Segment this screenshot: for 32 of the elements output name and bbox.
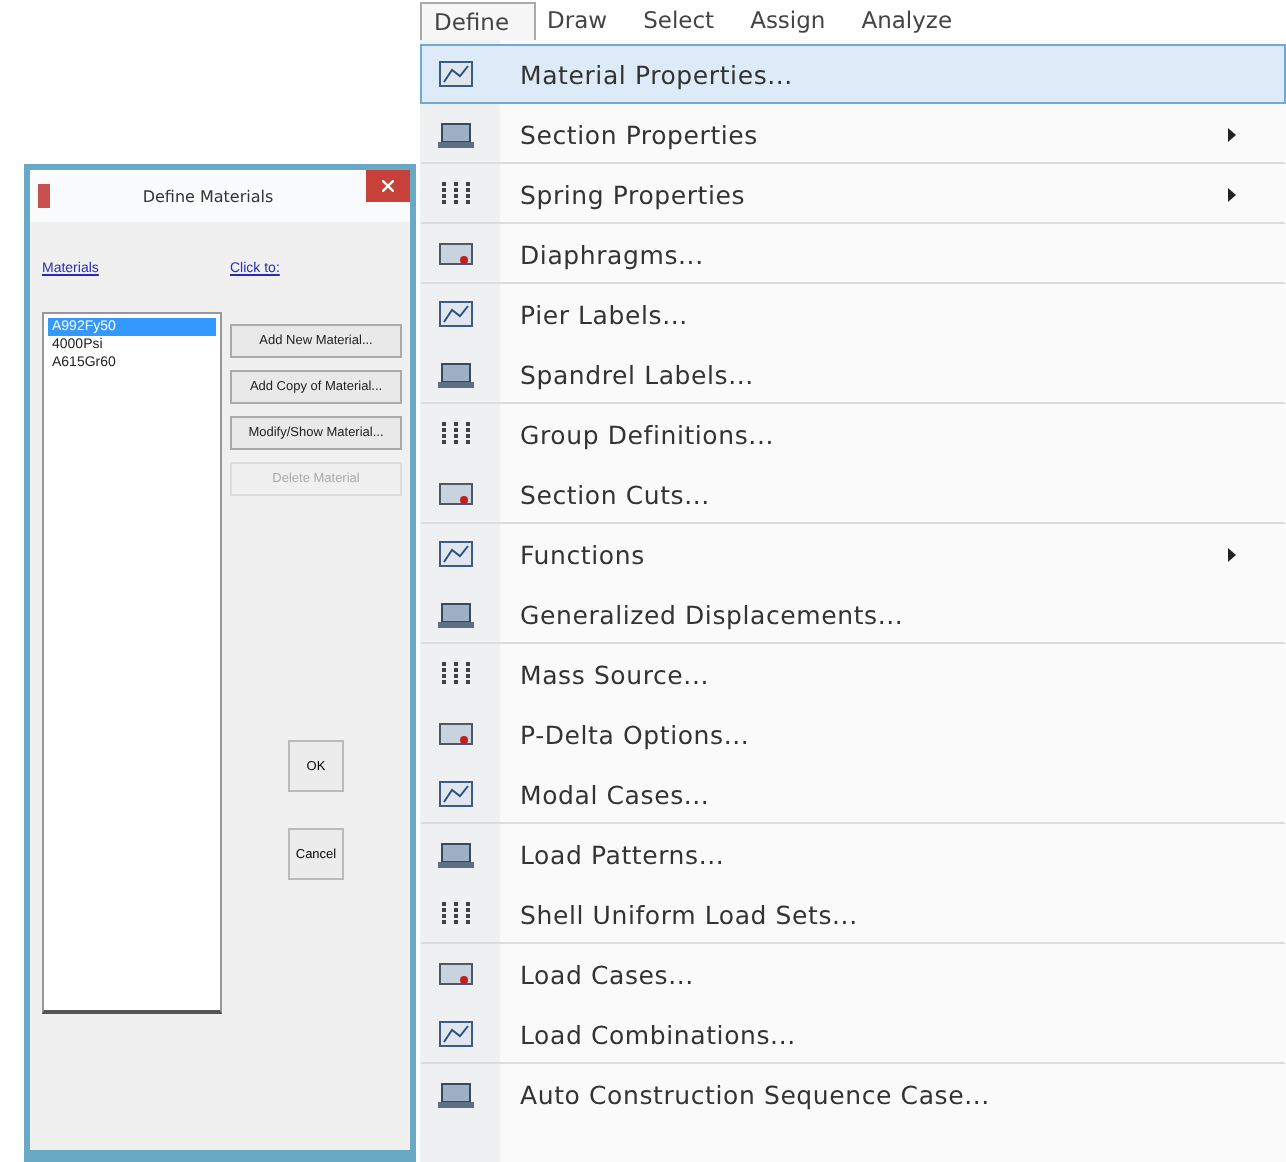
menu-item[interactable]: Diaphragms... — [420, 224, 1286, 284]
close-icon — [382, 180, 394, 192]
menu-item[interactable]: Section Cuts... — [420, 464, 1286, 524]
menu-title[interactable]: Assign — [738, 2, 850, 38]
menu-item[interactable]: Material Properties... — [420, 44, 1286, 104]
graph-icon — [438, 58, 474, 90]
menu-item[interactable]: Section Properties — [420, 104, 1286, 164]
frame-section-icon — [438, 118, 474, 150]
menu-item[interactable]: Generalized Displacements... — [420, 584, 1286, 644]
menu-title[interactable]: Define — [420, 1, 536, 39]
menu-item[interactable]: Spandrel Labels... — [420, 344, 1286, 404]
menu-title[interactable]: Analyze — [849, 2, 977, 38]
menu-item[interactable]: P-Delta Options... — [420, 704, 1286, 764]
menu-item[interactable]: Load Cases... — [420, 944, 1286, 1004]
submenu-arrow-icon — [1228, 547, 1236, 561]
menu-item[interactable]: Modal Cases... — [420, 764, 1286, 824]
submenu-arrow-icon — [1228, 127, 1236, 141]
menu-item[interactable]: Shell Uniform Load Sets... — [420, 884, 1286, 944]
menu-item[interactable]: Auto Construction Sequence Case... — [420, 1064, 1286, 1124]
menu-title[interactable]: Draw — [535, 2, 632, 38]
app-icon — [38, 184, 50, 208]
menu-item[interactable]: Group Definitions... — [420, 404, 1286, 464]
menu-item[interactable]: Spring Properties — [420, 164, 1286, 224]
submenu-arrow-icon — [1228, 187, 1236, 201]
close-button[interactable] — [366, 170, 410, 202]
dialog-title: Define Materials — [140, 187, 276, 205]
menu-item[interactable]: Pier Labels... — [420, 284, 1286, 344]
menu-item[interactable]: Load Combinations... — [420, 1004, 1286, 1064]
menu-item[interactable]: Functions — [420, 524, 1286, 584]
menu-item[interactable]: Mass Source... — [420, 644, 1286, 704]
menu-title[interactable]: Select — [631, 2, 739, 38]
menu-item[interactable]: Load Patterns... — [420, 824, 1286, 884]
